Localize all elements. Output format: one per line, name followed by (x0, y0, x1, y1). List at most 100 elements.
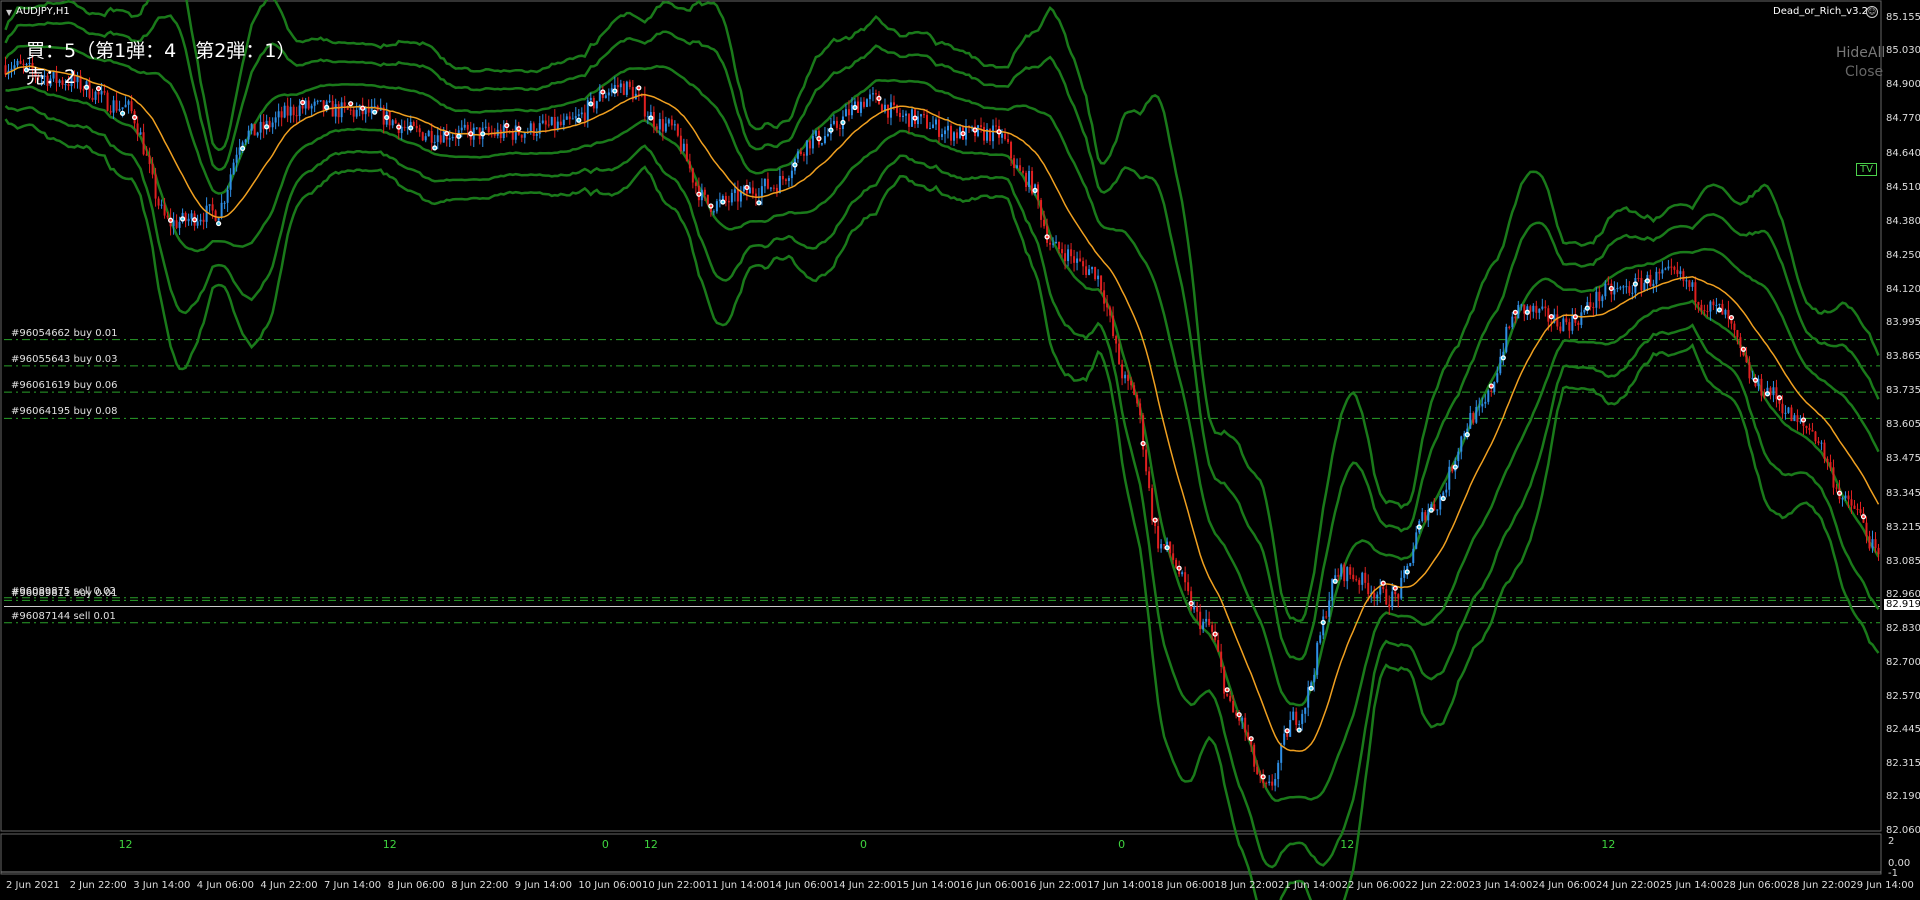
arrow-dot (1586, 306, 1589, 310)
candle-body (1499, 356, 1502, 374)
date-tick-label: 10 Jun 22:00 (642, 880, 706, 891)
candle-body (995, 125, 998, 127)
arrow-dot (301, 101, 304, 104)
candle-body (1220, 651, 1223, 667)
candle-body (1856, 508, 1859, 510)
arrow-dot (1177, 566, 1181, 570)
candle-body (1547, 308, 1550, 322)
candle-body (1139, 403, 1142, 416)
candle-body (772, 187, 775, 189)
candle-body (1145, 449, 1148, 472)
arrow-dot (445, 132, 449, 135)
candle-body (1088, 269, 1091, 275)
candle-body (1346, 567, 1349, 582)
band-upper (4, 14, 1880, 661)
candle-body (1205, 618, 1208, 622)
candle-body (1733, 323, 1736, 331)
arrow-dot (1393, 586, 1397, 590)
candle-body (721, 196, 724, 200)
arrow-dot (1862, 515, 1865, 519)
candle-body (1505, 326, 1508, 352)
order-label[interactable]: #96055643 buy 0.03 (11, 354, 118, 365)
hour-marker: 12 (118, 838, 133, 851)
candle-body (1061, 249, 1064, 254)
candle-body (1787, 407, 1790, 413)
order-label[interactable]: #96089811 buy 0.01 (11, 588, 118, 599)
arrow-dot (913, 116, 917, 120)
candle-body (1643, 282, 1646, 291)
candle-body (1319, 635, 1322, 643)
candle-body (778, 175, 781, 193)
candle-body (1040, 200, 1043, 220)
candle-body (571, 118, 574, 120)
candle-body (1271, 781, 1274, 786)
arrow-dot (1453, 465, 1457, 469)
candle-body (922, 114, 925, 116)
candle-body (1334, 575, 1337, 579)
tv-badge[interactable]: TV (1856, 163, 1877, 176)
candle-body (1076, 258, 1079, 263)
chart-menu-icon[interactable]: ▼ (6, 8, 12, 17)
candle-body (1745, 355, 1748, 363)
candle-body (1481, 403, 1484, 407)
candle-body (1475, 407, 1478, 423)
candle-body (583, 112, 586, 121)
candle-body (1196, 607, 1199, 612)
arrow-dot (1754, 378, 1757, 382)
candle-body (1208, 618, 1211, 626)
expert-advisor-name[interactable]: Dead_or_Rich_v3.2 (1773, 6, 1868, 17)
arrow-dot (709, 204, 713, 208)
candle-body (1286, 733, 1289, 737)
candle-body (1739, 337, 1742, 349)
candle-body (865, 99, 868, 107)
close-button[interactable]: Close (1845, 64, 1883, 80)
candle-body (1274, 779, 1277, 786)
candle-body (826, 133, 829, 136)
candle-body (1688, 280, 1691, 287)
candle-body (424, 136, 427, 141)
arrow-dot (433, 146, 437, 150)
candle-body (202, 219, 205, 222)
price-chart[interactable] (0, 0, 1920, 900)
candle-body (1364, 572, 1367, 583)
candle-body (322, 100, 325, 111)
candle-body (1166, 541, 1169, 546)
candle-body (1637, 277, 1640, 279)
order-label[interactable]: #96061619 buy 0.06 (11, 380, 118, 391)
candle-body (1877, 547, 1880, 555)
order-label[interactable]: #96054662 buy 0.01 (11, 328, 118, 339)
candle-body (1622, 286, 1625, 288)
arrow-dot (793, 163, 797, 167)
candle-body (214, 210, 217, 221)
candle-body (247, 130, 250, 140)
date-tick-label: 8 Jun 06:00 (387, 880, 445, 891)
candle-body (907, 113, 910, 127)
candle-body (1805, 425, 1808, 429)
candle-body (529, 123, 532, 132)
candle-body (211, 204, 214, 211)
candle-body (1832, 467, 1835, 488)
hide-all-button[interactable]: HideAll (1836, 45, 1885, 61)
candle-body (823, 135, 826, 144)
date-tick-label: 17 Jun 14:00 (1087, 880, 1151, 891)
candle-body (1049, 242, 1052, 245)
order-label[interactable]: #96087144 sell 0.01 (11, 611, 116, 622)
candle-body (1760, 378, 1763, 396)
price-tick-label: 85.030 (1886, 45, 1920, 57)
candle-body (1013, 158, 1016, 168)
price-tick-label: 82.830 (1886, 622, 1920, 634)
candle-body (532, 123, 535, 136)
candle-body (250, 123, 253, 131)
order-label[interactable]: #96064195 buy 0.08 (11, 406, 118, 417)
arrow-dot (1333, 579, 1337, 583)
price-tick-label: 83.735 (1886, 385, 1920, 397)
candle-body (175, 220, 178, 228)
arrow-dot (1610, 287, 1613, 290)
candle-body (136, 123, 139, 135)
position-stats: 買：5（第1弾：4 第2弾：1） 売：2 (26, 38, 295, 90)
smiley-icon[interactable]: ☺ (1866, 6, 1878, 18)
candle-body (520, 134, 523, 138)
candle-body (1112, 315, 1115, 337)
arrow-dot (373, 110, 376, 114)
candle-body (226, 189, 229, 203)
